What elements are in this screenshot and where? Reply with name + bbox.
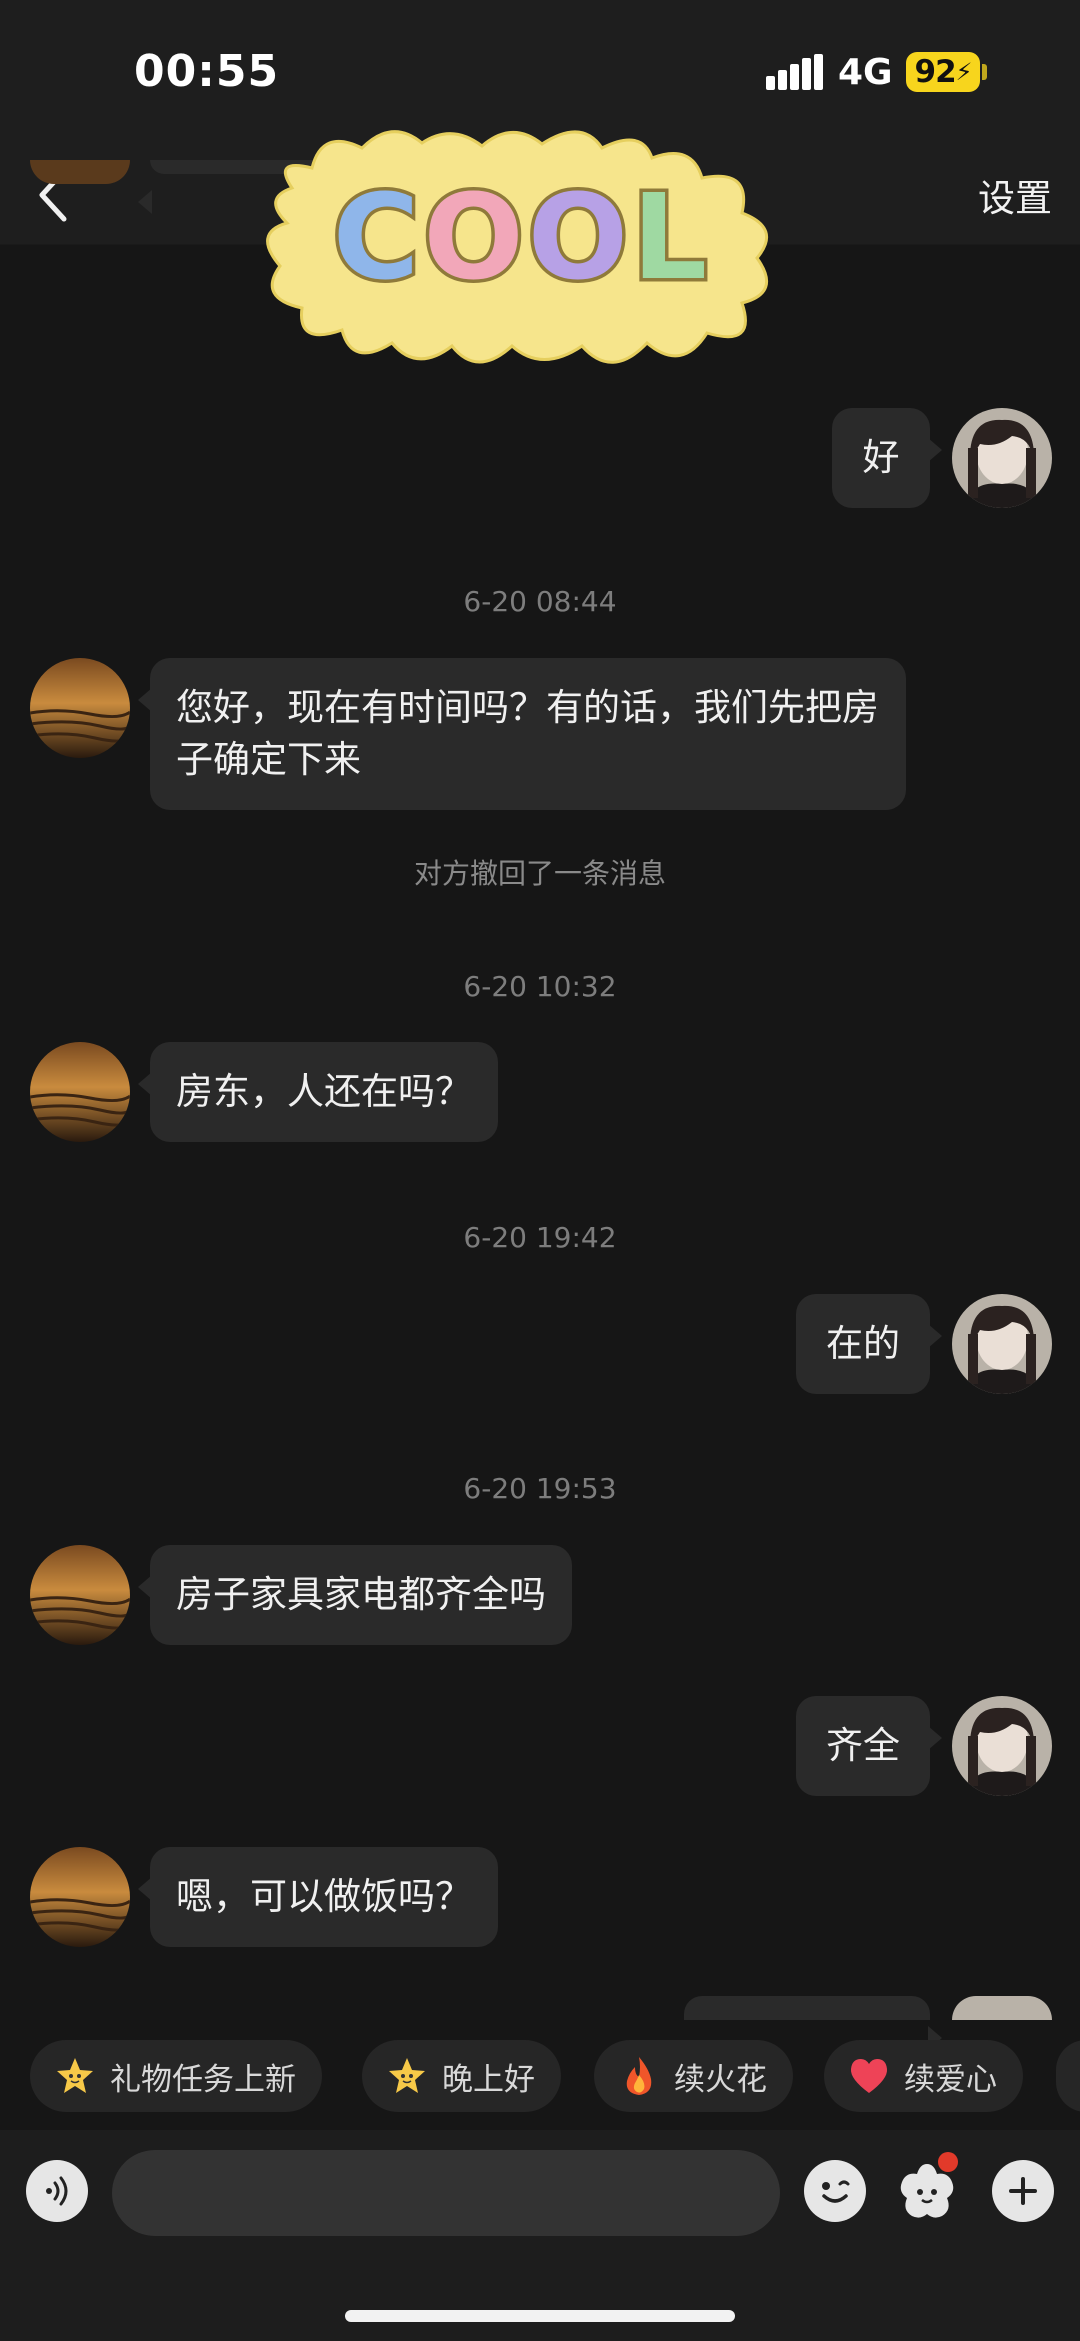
voice-wave-icon [46, 2176, 68, 2206]
notification-dot [938, 2152, 958, 2172]
my-avatar[interactable] [952, 1696, 1052, 1796]
message-bubble-incoming: 您好，现在有时间吗？有的话，我们先把房子确定下来 [138, 658, 906, 810]
plus-icon [1009, 2177, 1037, 2205]
message-bubble-incoming: 房东，人还在吗？ [138, 1042, 498, 1142]
add-button[interactable] [992, 2160, 1054, 2222]
sunset-water-photo [30, 658, 130, 758]
quick-reply-more-partial[interactable] [1056, 2040, 1080, 2112]
cool-letter-l: L [632, 168, 711, 306]
profile-photo [952, 408, 1052, 508]
quick-reply-gift-task[interactable]: 礼物任务上新 [30, 2040, 322, 2112]
sticker-button[interactable] [892, 2152, 962, 2226]
smiley-icon [822, 2180, 850, 2203]
sunset-water-photo [30, 1545, 130, 1645]
star-face-icon [386, 2055, 428, 2097]
contact-avatar[interactable] [30, 1042, 130, 1142]
quick-reply-label: 续火花 [674, 2061, 767, 2098]
contact-avatar[interactable] [30, 658, 130, 758]
battery-cap [982, 64, 987, 80]
emoji-button[interactable] [804, 2160, 866, 2222]
voice-button[interactable] [26, 2160, 88, 2222]
svg-text:COOL: COOL [333, 168, 711, 306]
profile-photo [952, 1696, 1052, 1796]
quick-reply-row: 礼物任务上新 晚上好 续火花 续爱心 [0, 2040, 1080, 2112]
cool-letter-o1: O [423, 168, 527, 306]
quick-reply-continue-heart[interactable]: 续爱心 [824, 2040, 1023, 2112]
signal-strength-icon [766, 54, 824, 90]
heart-icon [848, 2055, 890, 2097]
message-bubble-outgoing: 齐全 [796, 1696, 942, 1796]
quick-reply-label: 续爱心 [904, 2061, 997, 2098]
battery-indicator: 92 ⚡ [906, 52, 980, 92]
quick-reply-label: 礼物任务上新 [110, 2061, 296, 2098]
contact-avatar[interactable] [30, 1847, 130, 1947]
profile-photo [952, 1294, 1052, 1394]
home-indicator[interactable] [345, 2310, 735, 2322]
star-sticker-icon [900, 2152, 958, 2218]
my-avatar[interactable] [952, 408, 1052, 508]
message-input[interactable] [112, 2150, 780, 2236]
star-face-icon [54, 2055, 96, 2097]
status-time: 00:55 [134, 46, 280, 97]
timestamp: 6-20 19:42 [463, 1221, 617, 1254]
message-bubble-outgoing-partial [684, 1996, 942, 2050]
message-bubble-incoming: 嗯，可以做饭吗？ [138, 1847, 498, 1947]
timestamp: 6-20 08:44 [463, 585, 617, 618]
message-bubble-incoming: 房子家具家电都齐全吗 [138, 1545, 572, 1645]
chat-screen: 00:55 4G 92⚡ 0 设置 COOL COOL [0, 0, 1080, 2341]
my-avatar[interactable] [952, 1996, 1052, 2020]
my-avatar[interactable] [952, 1294, 1052, 1394]
contact-avatar[interactable] [30, 1545, 130, 1645]
settings-button[interactable]: 设置 [978, 168, 1052, 222]
quick-reply-continue-spark[interactable]: 续火花 [594, 2040, 793, 2112]
quick-reply-label: 晚上好 [442, 2061, 535, 2098]
timestamp-hidden [0, 336, 1080, 369]
contact-avatar[interactable] [30, 160, 130, 184]
message-bubble-outgoing: 好 [832, 408, 942, 508]
fire-icon [618, 2055, 660, 2097]
sunset-water-photo [30, 1042, 130, 1142]
battery-level: 92 [914, 54, 957, 90]
sunset-water-photo [30, 1847, 130, 1947]
timestamp: 6-20 10:32 [463, 970, 617, 1003]
cool-letter-o2: O [528, 168, 632, 306]
quick-reply-good-evening[interactable]: 晚上好 [362, 2040, 561, 2112]
recall-notice: 对方撤回了一条消息 [413, 857, 666, 890]
timestamp: 6-20 19:53 [463, 1472, 617, 1505]
cool-letter-c: C [333, 168, 424, 306]
network-type: 4G [838, 52, 893, 93]
message-bubble-outgoing: 在的 [796, 1294, 942, 1394]
